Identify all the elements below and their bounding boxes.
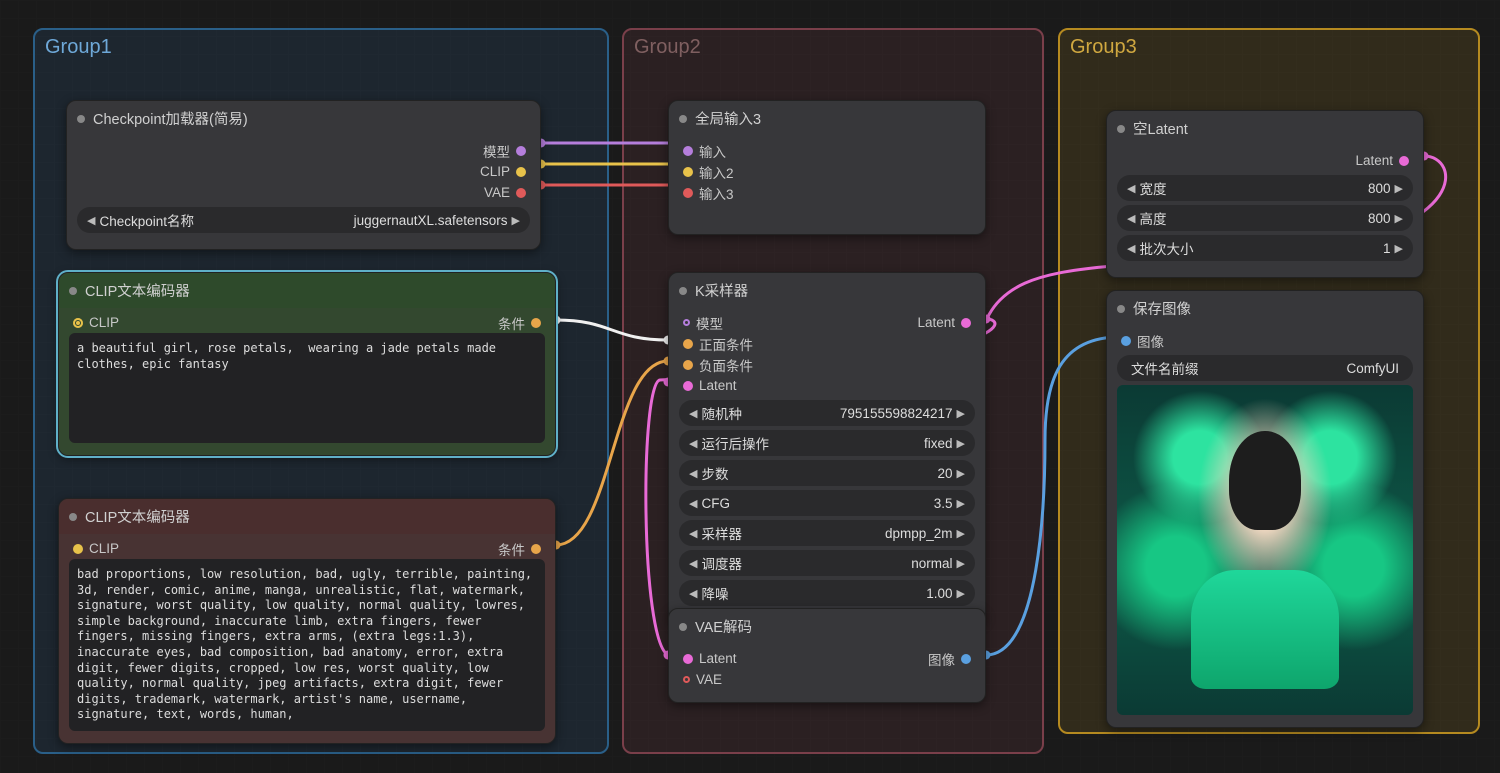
group-3-label: Group3 — [1060, 34, 1478, 65]
input-positive[interactable]: 正面条件 — [683, 334, 753, 354]
node-save-image[interactable]: 保存图像 图像 文件名前缀 ComfyUI — [1106, 290, 1424, 728]
batch-widget[interactable]: ◀批次大小1▶ — [1117, 235, 1413, 261]
sampler-widget[interactable]: ◀采样器dpmpp_2m▶ — [679, 520, 975, 546]
node-clip-text-encode-positive[interactable]: CLIP文本编码器 CLIP 条件 a beautiful girl, rose… — [58, 272, 556, 456]
output-image-preview[interactable] — [1117, 385, 1413, 715]
height-widget[interactable]: ◀高度800▶ — [1117, 205, 1413, 231]
input-2[interactable]: 输入2 — [683, 162, 734, 182]
output-image[interactable]: 图像 — [928, 649, 971, 669]
input-1[interactable]: 输入 — [683, 141, 726, 161]
output-model[interactable]: 模型 — [483, 141, 526, 161]
node-empty-latent[interactable]: 空Latent Latent ◀宽度800▶ ◀高度800▶ ◀批次大小1▶ — [1106, 110, 1424, 278]
filename-prefix-widget[interactable]: 文件名前缀 ComfyUI — [1117, 355, 1413, 381]
chevron-right-icon[interactable]: ▶ — [512, 214, 520, 227]
scheduler-widget[interactable]: ◀调度器normal▶ — [679, 550, 975, 576]
node-title: 全局输入3 — [669, 101, 985, 136]
after-generate-widget[interactable]: ◀运行后操作fixed▶ — [679, 430, 975, 456]
cfg-widget[interactable]: ◀CFG3.5▶ — [679, 490, 975, 516]
group-1-label: Group1 — [35, 34, 607, 65]
negative-prompt-textarea[interactable]: bad proportions, low resolution, bad, ug… — [69, 559, 545, 731]
width-widget[interactable]: ◀宽度800▶ — [1117, 175, 1413, 201]
input-3[interactable]: 输入3 — [683, 183, 734, 203]
steps-widget[interactable]: ◀步数20▶ — [679, 460, 975, 486]
node-title: CLIP文本编码器 — [59, 273, 555, 308]
output-conditioning[interactable]: 条件 — [498, 313, 541, 333]
input-model[interactable]: 模型 — [683, 313, 723, 333]
node-checkpoint-loader[interactable]: Checkpoint加载器(简易) 模型 CLIP VAE ◀ Checkpoi… — [66, 100, 541, 250]
output-vae[interactable]: VAE — [484, 185, 526, 200]
denoise-widget[interactable]: ◀降噪1.00▶ — [679, 580, 975, 606]
output-conditioning[interactable]: 条件 — [498, 539, 541, 559]
node-title: VAE解码 — [669, 609, 985, 644]
output-latent[interactable]: Latent — [1355, 153, 1409, 168]
node-title: K采样器 — [669, 273, 985, 308]
input-clip[interactable]: CLIP — [73, 315, 119, 330]
group-2-label: Group2 — [624, 34, 1042, 65]
node-title: 保存图像 — [1107, 291, 1423, 326]
chevron-left-icon[interactable]: ◀ — [87, 214, 95, 227]
node-title: 空Latent — [1107, 111, 1423, 146]
node-title: Checkpoint加载器(简易) — [67, 101, 540, 136]
node-clip-text-encode-negative[interactable]: CLIP文本编码器 CLIP 条件 bad proportions, low r… — [58, 498, 556, 744]
input-image[interactable]: 图像 — [1121, 331, 1164, 351]
output-latent[interactable]: Latent — [917, 315, 971, 330]
node-title: CLIP文本编码器 — [59, 499, 555, 534]
checkpoint-selector[interactable]: ◀ Checkpoint名称 juggernautXL.safetensors … — [77, 207, 530, 233]
positive-prompt-textarea[interactable]: a beautiful girl, rose petals, wearing a… — [69, 333, 545, 443]
input-latent[interactable]: Latent — [683, 651, 737, 666]
output-clip[interactable]: CLIP — [480, 164, 526, 179]
node-vae-decode[interactable]: VAE解码 Latent 图像 VAE — [668, 608, 986, 703]
input-latent[interactable]: Latent — [683, 378, 737, 393]
seed-widget[interactable]: ◀随机种795155598824217▶ — [679, 400, 975, 426]
node-global-input[interactable]: 全局输入3 输入 输入2 输入3 — [668, 100, 986, 235]
input-negative[interactable]: 负面条件 — [683, 355, 753, 375]
input-clip[interactable]: CLIP — [73, 541, 119, 556]
input-vae[interactable]: VAE — [683, 672, 722, 687]
node-ksampler[interactable]: K采样器 模型 Latent 正面条件 负面条件 Latent ◀随机种7951… — [668, 272, 986, 623]
